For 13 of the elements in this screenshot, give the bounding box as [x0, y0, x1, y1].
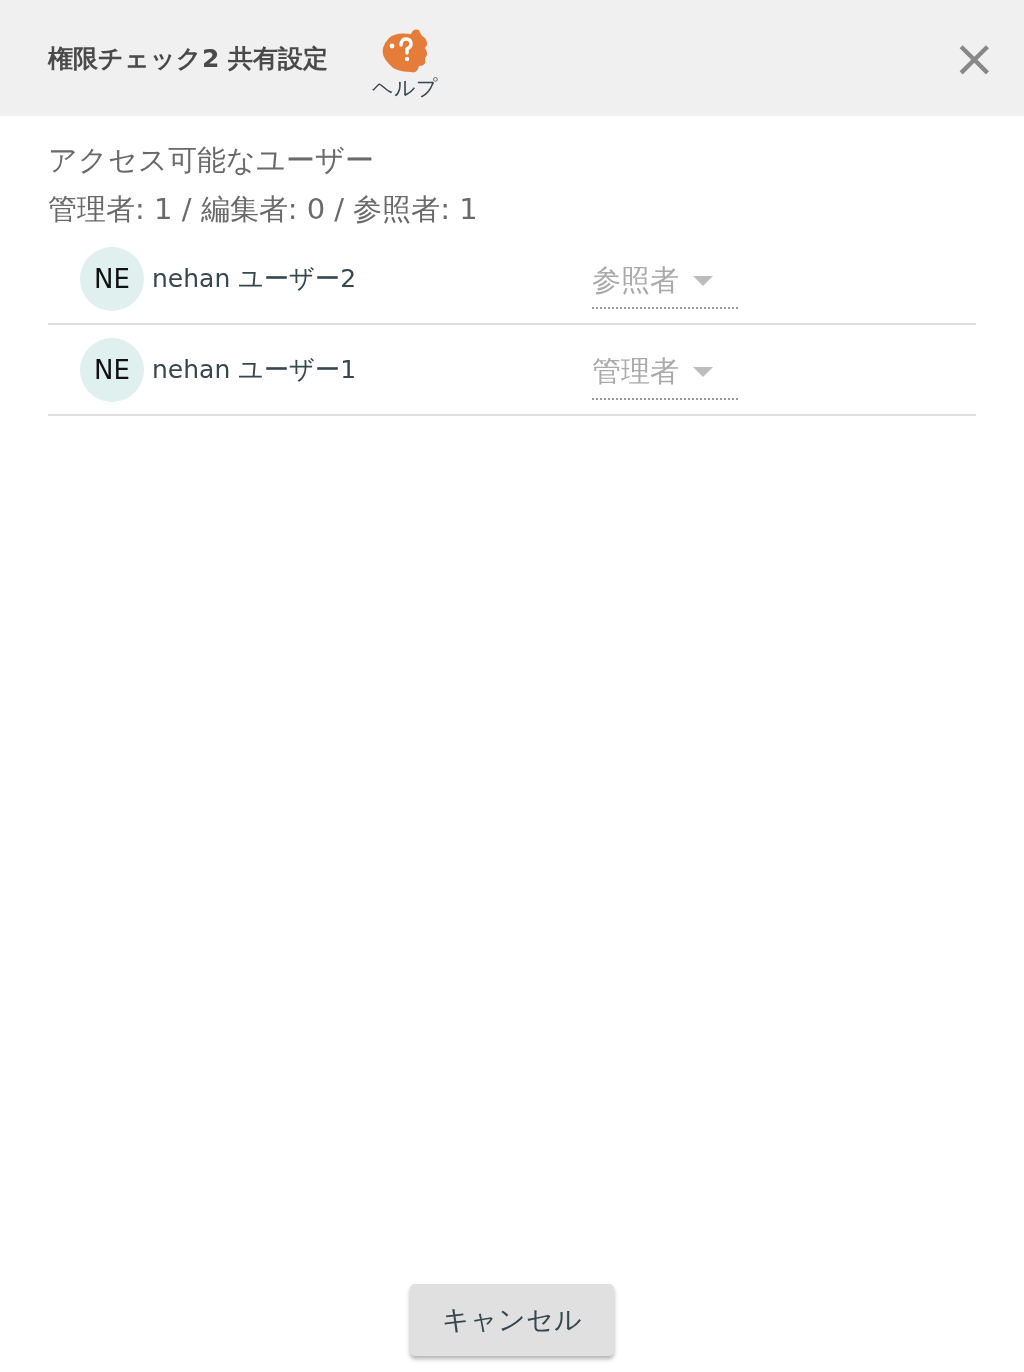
role-counts: 管理者: 1 / 編集者: 0 / 参照者: 1	[48, 191, 479, 228]
user-name: nehan ユーザー1	[152, 354, 358, 386]
role-dropdown: 管理者	[592, 351, 738, 400]
section-title: アクセス可能なユーザー	[48, 142, 375, 179]
user-name: nehan ユーザー2	[152, 263, 358, 295]
caret-icon	[693, 366, 713, 377]
user-avatar: NE	[80, 246, 144, 311]
cancel-button[interactable]: キャンセル	[410, 1284, 614, 1356]
user-avatar: NE	[80, 337, 144, 402]
dialog-title: 権限チェック2 共有設定	[48, 42, 329, 75]
role-dropdown: 参照者	[592, 260, 738, 309]
caret-icon	[693, 275, 713, 286]
help-button[interactable]: ヘルプ	[372, 26, 439, 102]
